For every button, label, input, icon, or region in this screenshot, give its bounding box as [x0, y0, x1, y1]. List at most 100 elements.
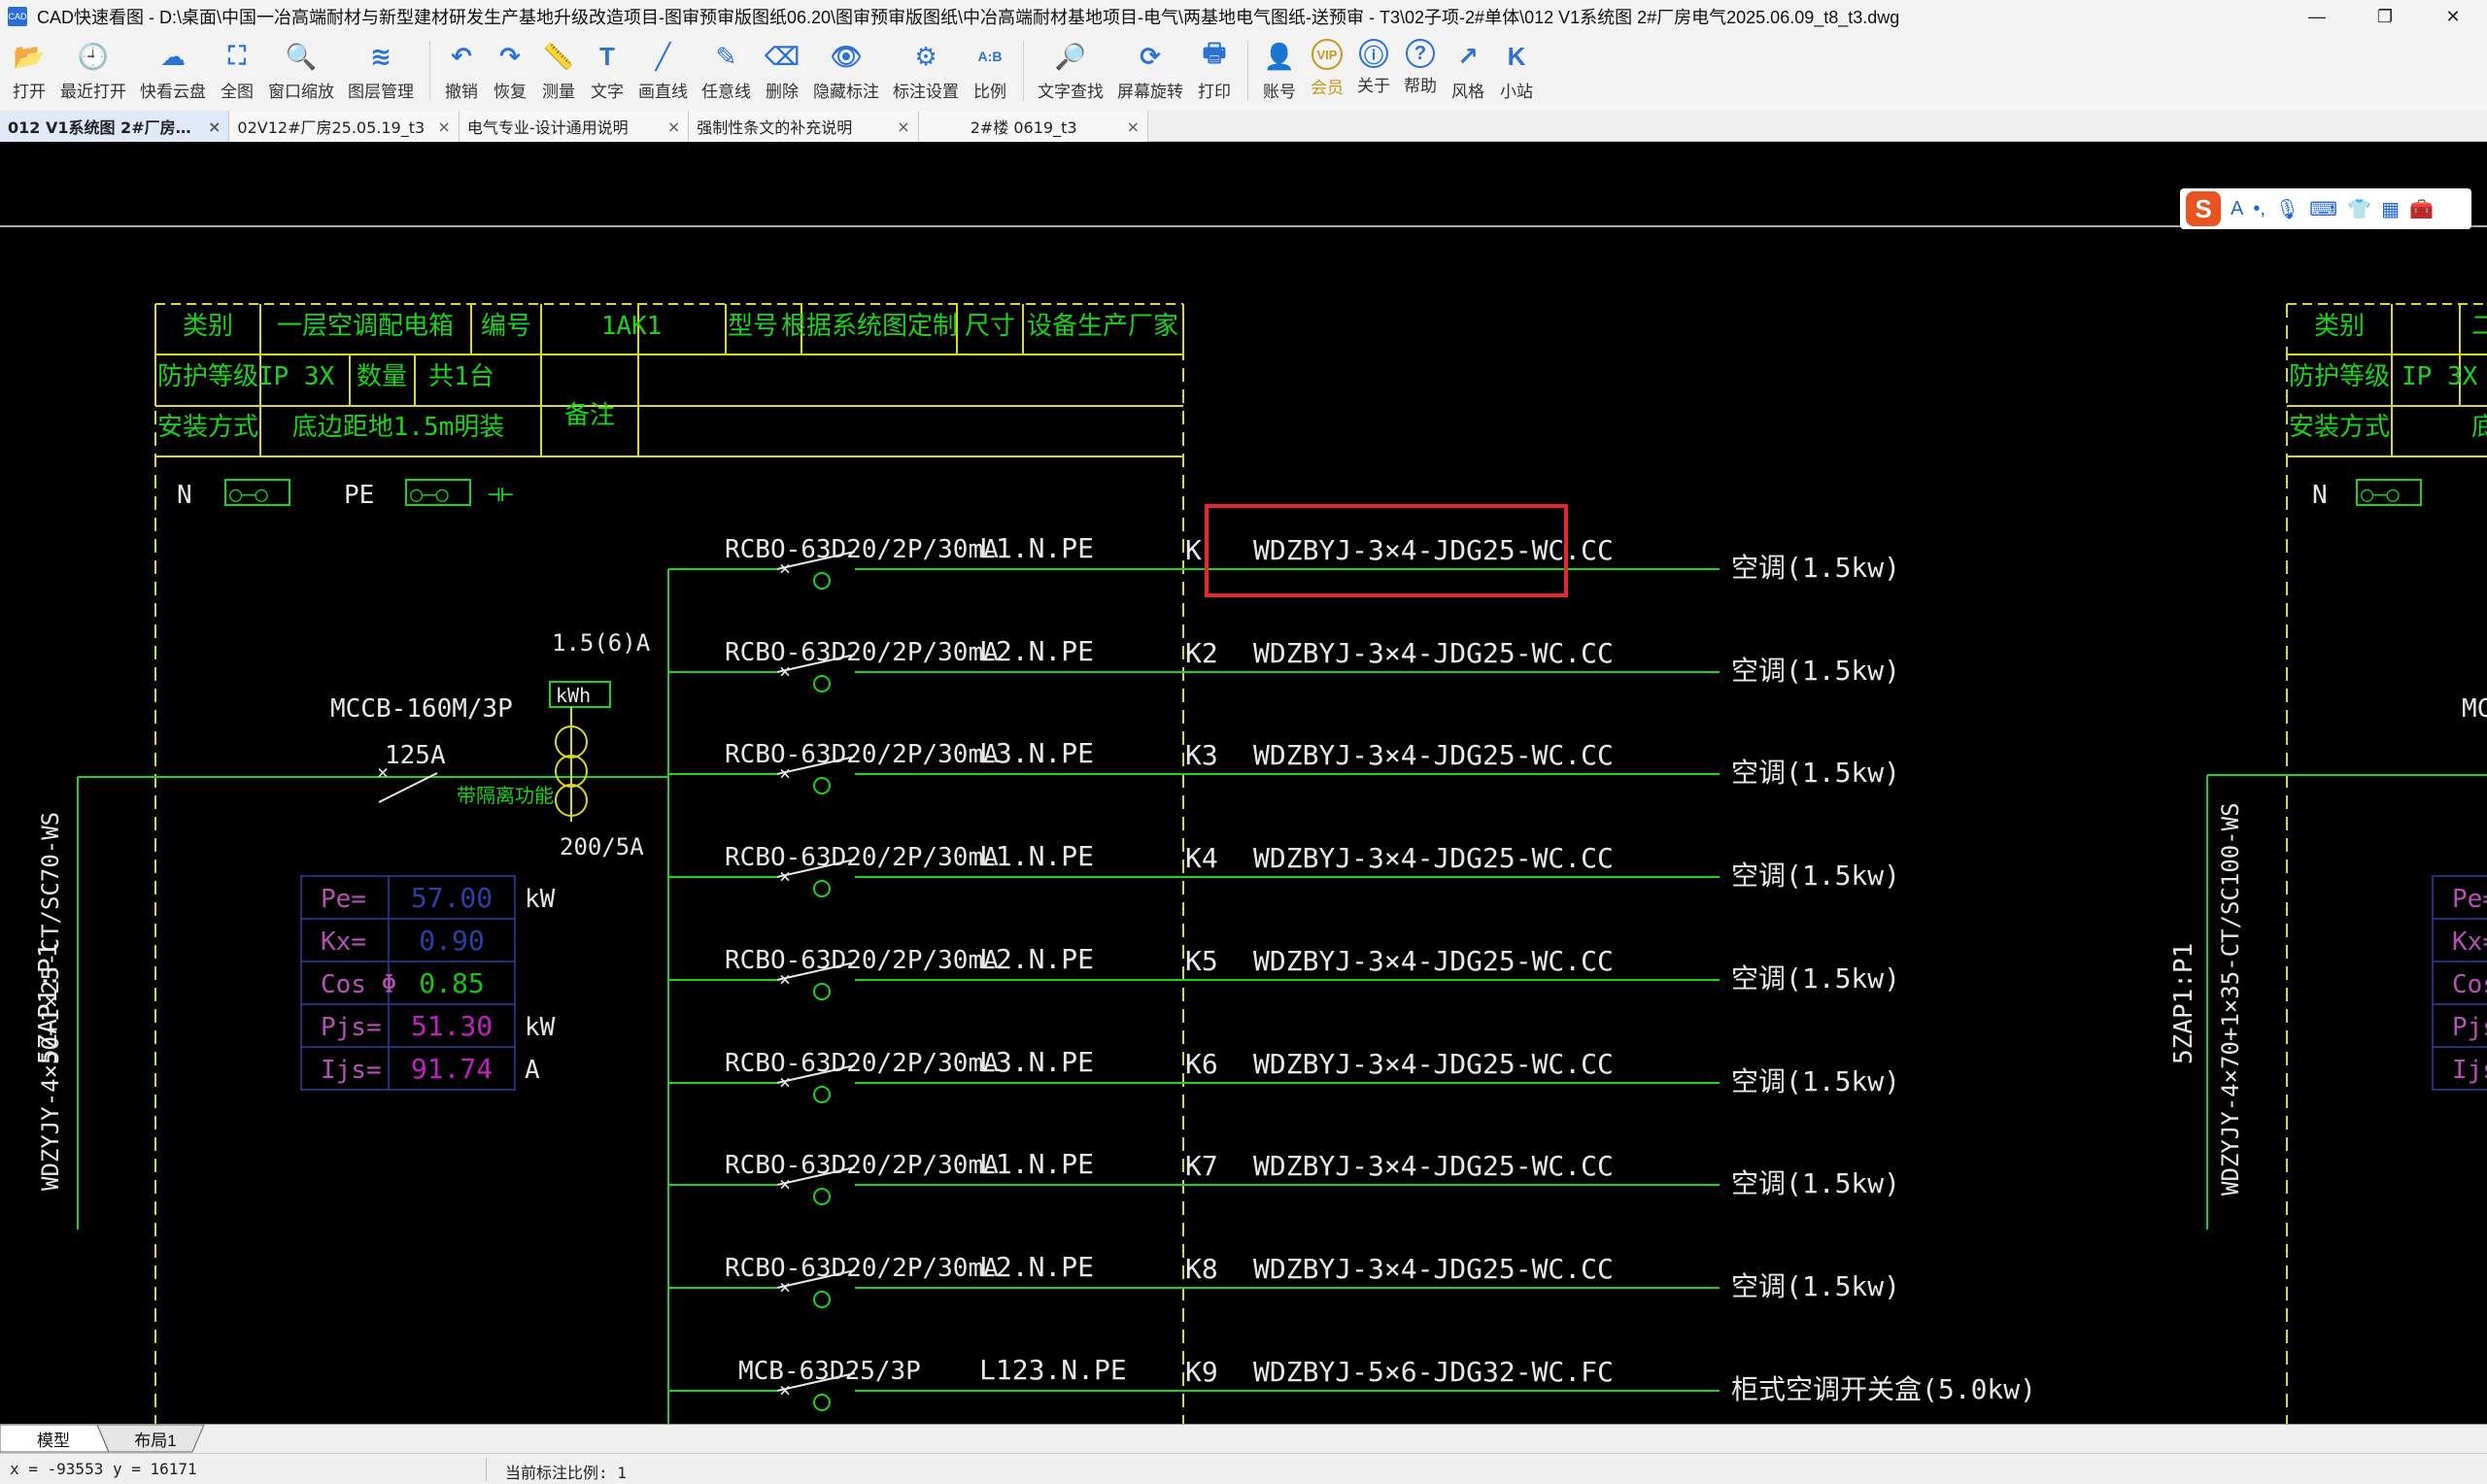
toolbox-icon[interactable]: 🧰	[2409, 197, 2434, 221]
model-tab[interactable]: 模型	[19, 1425, 87, 1452]
header-cell-text: 尺寸	[965, 312, 1015, 341]
annotation-settings-icon: ⚙	[914, 41, 937, 71]
document-tab[interactable]: 012 V1系统图 2#厂房电气2025.06.09_t8_t3 ×	[0, 111, 230, 142]
grid-apps-icon[interactable]: ▦	[2381, 197, 2400, 221]
document-tab[interactable]: 电气专业-设计通用说明 ×	[459, 111, 690, 142]
tab-label: 02V12#厂房25.05.19_t3	[237, 118, 426, 137]
tab-close-icon[interactable]: ×	[1127, 118, 1140, 136]
right-incoming-cable-label: WDZYJY-4×70+1×35-CT/SC100-WS	[2217, 802, 2244, 1196]
window-zoom-icon: 🔍	[285, 41, 318, 71]
circuit-load-label: 柜式空调开关盒(5.0kw)	[1731, 1373, 2036, 1405]
tab-close-icon[interactable]: ×	[897, 118, 909, 136]
circuit-id-label: K7	[1185, 1150, 1218, 1182]
right-bus-n-label: N	[2312, 481, 2328, 510]
tab-close-icon[interactable]: ×	[208, 118, 221, 136]
kwh-meter-label: kWh	[556, 684, 591, 707]
header-cell-text: 一层空调配电箱	[277, 312, 454, 341]
main-toolbar: 📂 打开 🕘 最近打开 ☁ 快看云盘 ⛶ 全图 🔍 窗口缩放 ≋ 图层管理 ↶ 撤销 ↷ 恢复 📏 测量 T 文字 ╱ 画…	[0, 33, 2487, 111]
toolbar-label: 比例	[973, 83, 1006, 101]
header-cell-text: 根据系统图定制	[781, 312, 958, 341]
toolbar-label: 风格	[1451, 83, 1484, 101]
document-tab[interactable]: 2#楼 0619_t3 ×	[918, 111, 1149, 142]
incoming-source-label: 5ZAP1:P1	[34, 943, 63, 1064]
toolbar-recent-clock-button[interactable]: 🕘 最近打开	[54, 33, 132, 105]
toolbar-account-button[interactable]: 👤 账号	[1256, 33, 1303, 105]
keyboard-icon[interactable]: ⌨	[2309, 197, 2337, 221]
toolbar-cloud-button[interactable]: ☁ 快看云盘	[134, 33, 212, 105]
freehand-icon: ✎	[715, 41, 737, 71]
toolbar-style-button[interactable]: ↗ 风格	[1445, 33, 1491, 105]
status-divider	[486, 1458, 487, 1481]
skin-icon[interactable]: 👕	[2347, 197, 2371, 221]
document-tab[interactable]: 强制性条文的补充说明 ×	[689, 111, 919, 142]
toolbar-undo-button[interactable]: ↶ 撤销	[438, 33, 485, 105]
toolbar-label: 帮助	[1404, 77, 1437, 95]
toolbar-label: 隐藏标注	[813, 83, 879, 101]
load-table-value: 0.85	[419, 967, 484, 999]
full-view-icon: ⛶	[227, 41, 247, 70]
toolbar-label: 任意线	[701, 83, 751, 101]
circuit-breaker-label: RCBO-63D20/2P/30mA	[725, 1049, 999, 1078]
toolbar-label: 账号	[1263, 83, 1296, 101]
toolbar-eraser-button[interactable]: ⌫ 删除	[759, 33, 805, 105]
ime-toolbar[interactable]: S A •, 🎙 ⌨ 👕 ▦ 🧰	[2180, 188, 2471, 229]
toolbar-annotation-settings-button[interactable]: ⚙ 标注设置	[887, 33, 965, 105]
layout1-tab[interactable]: 布局1	[119, 1425, 192, 1452]
toolbar-text-search-button[interactable]: 🔎 文字查找	[1032, 33, 1109, 105]
app-logo-icon: CAD	[8, 7, 27, 26]
main-breaker-label: MCCB-160M/3P	[330, 694, 513, 724]
microphone-icon[interactable]: 🎙	[2275, 197, 2300, 221]
tab-close-icon[interactable]: ×	[667, 118, 680, 136]
pe-terminal-symbol: ○—○	[410, 483, 449, 507]
circuit-id-label: K3	[1185, 739, 1218, 771]
toolbar-freehand-button[interactable]: ✎ 任意线	[696, 33, 757, 105]
measure-icon: 📏	[542, 41, 575, 71]
right-header-text: IP 3X	[2402, 362, 2478, 391]
circuit-phase-label: L1.N.PE	[979, 840, 1094, 872]
toolbar-line-button[interactable]: ╱ 画直线	[632, 33, 694, 105]
toolbar-text-button[interactable]: T 文字	[584, 33, 630, 105]
restore-button[interactable]: ❐	[2351, 0, 2419, 33]
toolbar-site-k-button[interactable]: K 小站	[1493, 33, 1540, 105]
load-table-unit: kW	[525, 885, 556, 914]
toolbar-scale-button[interactable]: A:B 比例	[967, 33, 1013, 105]
vip-icon: VIP	[1312, 39, 1343, 70]
toolbar-label: 标注设置	[893, 83, 959, 101]
redo-icon: ↷	[499, 41, 521, 71]
toolbar-info-button[interactable]: ⓘ 关于	[1351, 33, 1396, 105]
close-button[interactable]: ✕	[2419, 0, 2487, 33]
toolbar-label: 全图	[221, 83, 254, 101]
toolbar-printer-button[interactable]: 🖶 打印	[1191, 33, 1238, 105]
tab-close-icon[interactable]: ×	[437, 118, 450, 136]
tab-label: 电气专业-设计通用说明	[466, 118, 629, 137]
toolbar-folder-open-button[interactable]: 📂 打开	[6, 33, 52, 105]
toolbar-redo-button[interactable]: ↷ 恢复	[487, 33, 533, 105]
toolbar-full-view-button[interactable]: ⛶ 全图	[214, 33, 260, 105]
sogou-logo-icon[interactable]: S	[2186, 191, 2221, 226]
tab-label: 012 V1系统图 2#厂房电气2025.06.09_t8_t3	[8, 118, 202, 137]
toolbar-layers-button[interactable]: ≋ 图层管理	[342, 33, 420, 105]
ime-mode-toggle[interactable]: A	[2231, 198, 2243, 220]
toolbar-vip-button[interactable]: VIP 会员	[1305, 33, 1349, 105]
minimize-button[interactable]: —	[2283, 0, 2351, 33]
toolbar-window-zoom-button[interactable]: 🔍 窗口缩放	[262, 33, 340, 105]
load-table-value: 91.74	[411, 1053, 493, 1085]
punctuation-icon[interactable]: •,	[2253, 198, 2266, 220]
header-cell-text: 底边距地1.5m明装	[292, 413, 505, 442]
document-tab[interactable]: 02V12#厂房25.05.19_t3 ×	[229, 111, 460, 142]
header-cell-text: 类别	[183, 312, 233, 341]
circuit-breaker-label: RCBO-63D20/2P/30mA	[725, 946, 999, 975]
toolbar-hide-annotation-button[interactable]: 👁 隐藏标注	[807, 33, 885, 105]
main-breaker-rating: 125A	[385, 741, 446, 770]
right-load-table-label: Kx=	[2452, 928, 2487, 957]
rcd-symbol	[813, 880, 831, 897]
drawing-canvas[interactable]: 类别 一层空调配电箱 编号 1AK1 型号 根据系统图定制 尺寸 设备生产厂家 防护等级 IP 3…	[0, 142, 2487, 1424]
toolbar-screen-rotate-button[interactable]: ⟳ 屏幕旋转	[1111, 33, 1189, 105]
load-table-value: 57.00	[411, 882, 493, 914]
toolbar-help-button[interactable]: ? 帮助	[1398, 33, 1443, 105]
toolbar-measure-button[interactable]: 📏 测量	[535, 33, 582, 105]
hide-annotation-icon: 👁	[830, 41, 863, 71]
load-table-value: 0.90	[419, 925, 484, 957]
circuit-id-label: K6	[1185, 1048, 1218, 1080]
screen-rotate-icon: ⟳	[1140, 41, 1161, 71]
